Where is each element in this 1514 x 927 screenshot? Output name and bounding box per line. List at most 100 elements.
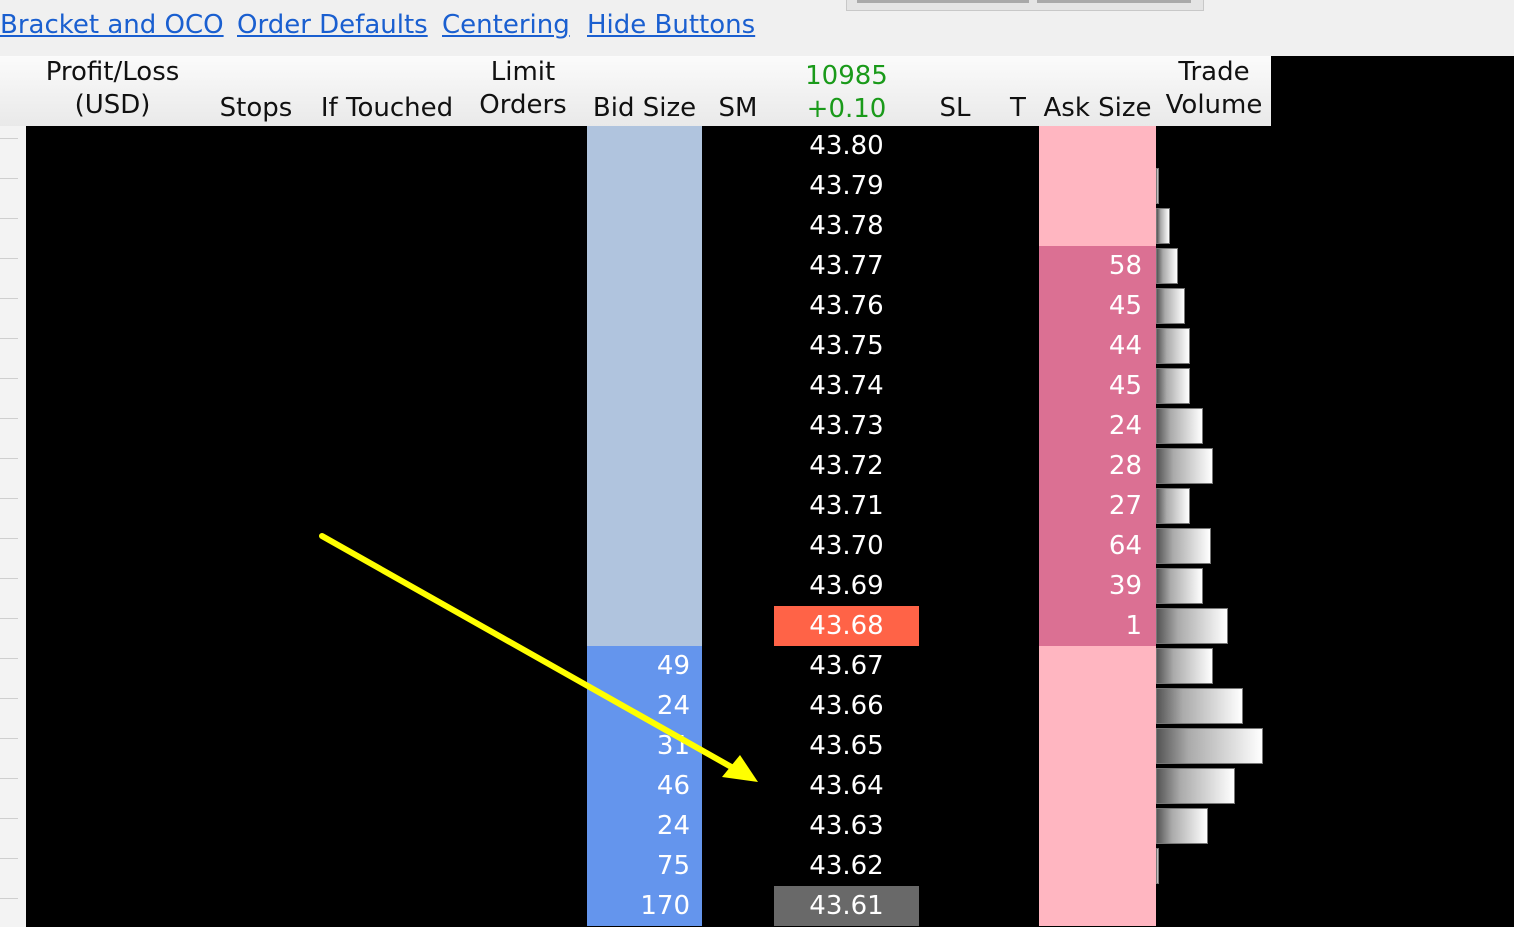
row-gutter-tick [0,818,18,819]
row-gutter-tick [0,498,18,499]
row-gutter-tick [0,338,18,339]
ask-cell[interactable] [1039,166,1156,206]
row-gutter-tick [0,658,18,659]
trade-volume-bar [1156,688,1243,724]
price-cell[interactable]: 43.74 [774,366,919,406]
ask-cell[interactable] [1039,766,1156,806]
top-control-button-1[interactable] [857,0,1029,3]
ask-cell[interactable]: 44 [1039,326,1156,366]
price-cell[interactable]: 43.71 [774,486,919,526]
ask-cell[interactable]: 39 [1039,566,1156,606]
ask-cell[interactable]: 27 [1039,486,1156,526]
ask-cell[interactable]: 1 [1039,606,1156,646]
bid-cell[interactable]: 31 [587,726,702,766]
empty-right-area [1271,56,1514,927]
bid-cell[interactable] [587,126,702,166]
pnl-header[interactable]: Profit/Loss (USD) [30,56,195,122]
row-gutter-tick [0,538,18,539]
stops-header[interactable]: Stops [212,92,300,125]
price-cell[interactable]: 43.75 [774,326,919,366]
if-touched-header[interactable]: If Touched [312,92,462,125]
row-gutter-tick [0,378,18,379]
top-control-group [846,0,1204,11]
ask-size-header[interactable]: Ask Size [1039,92,1156,125]
price-cell[interactable]: 43.73 [774,406,919,446]
ask-cell[interactable] [1039,646,1156,686]
trade-volume-header[interactable]: Trade Volume [1158,56,1270,122]
bid-cell[interactable] [587,366,702,406]
row-gutter-tick [0,258,18,259]
price-header[interactable]: 10985 +0.10 [774,60,919,126]
ask-cell[interactable] [1039,846,1156,886]
bracket-oco-link[interactable]: Bracket and OCO [0,10,224,40]
sm-header[interactable]: SM [712,92,764,125]
trade-volume-bar [1156,208,1170,244]
limit-orders-header[interactable]: Limit Orders [474,56,572,122]
order-defaults-link[interactable]: Order Defaults [237,10,428,40]
ask-cell[interactable]: 45 [1039,286,1156,326]
bid-cell[interactable] [587,526,702,566]
price-cell[interactable]: 43.79 [774,166,919,206]
price-cell[interactable]: 43.77 [774,246,919,286]
sl-header[interactable]: SL [930,92,980,125]
row-gutter-tick [0,618,18,619]
ask-cell[interactable]: 64 [1039,526,1156,566]
bid-cell[interactable]: 75 [587,846,702,886]
row-gutter [0,126,26,927]
t-header[interactable]: T [1000,92,1036,125]
row-gutter-tick [0,418,18,419]
bid-cell[interactable] [587,446,702,486]
bid-cell[interactable]: 49 [587,646,702,686]
price-cell[interactable]: 43.72 [774,446,919,486]
link-bar: Bracket and OCO Order Defaults Centering… [0,0,1514,56]
bid-cell[interactable] [587,246,702,286]
top-control-button-2[interactable] [1037,0,1191,3]
trade-volume-bar [1156,728,1263,764]
ask-cell[interactable] [1039,726,1156,766]
trade-volume-bar [1156,288,1185,324]
price-cell[interactable]: 43.69 [774,566,919,606]
bid-cell[interactable] [587,486,702,526]
ask-cell[interactable] [1039,886,1156,926]
bid-cell[interactable]: 24 [587,686,702,726]
ask-cell[interactable] [1039,686,1156,726]
price-cell[interactable]: 43.62 [774,846,919,886]
row-gutter-tick [0,458,18,459]
bid-cell[interactable]: 24 [587,806,702,846]
ask-cell[interactable] [1039,806,1156,846]
ask-cell[interactable]: 24 [1039,406,1156,446]
centering-link[interactable]: Centering [442,10,570,40]
net-change: +0.10 [806,94,887,124]
ask-cell[interactable]: 28 [1039,446,1156,486]
price-cell[interactable]: 43.80 [774,126,919,166]
trade-volume-bar [1156,768,1235,804]
price-cell[interactable]: 43.64 [774,766,919,806]
ask-cell[interactable]: 58 [1039,246,1156,286]
bid-size-header[interactable]: Bid Size [587,92,702,125]
bid-cell[interactable] [587,286,702,326]
price-cell[interactable]: 43.78 [774,206,919,246]
bid-cell[interactable] [587,606,702,646]
bid-cell[interactable] [587,166,702,206]
price-cell[interactable]: 43.70 [774,526,919,566]
price-cell[interactable]: 43.63 [774,806,919,846]
hide-buttons-link[interactable]: Hide Buttons [587,10,755,40]
bid-cell[interactable]: 170 [587,886,702,926]
price-cell[interactable]: 43.61 [774,886,919,926]
price-cell[interactable]: 43.76 [774,286,919,326]
bid-cell[interactable] [587,566,702,606]
bid-cell[interactable] [587,406,702,446]
bid-cell[interactable] [587,326,702,366]
price-ladder: 49 24 31 46 24 75 170 58 45 44 45 24 28 27 64 39 1 43.8… [26,126,1271,927]
ask-cell[interactable] [1039,126,1156,166]
ask-cell[interactable]: 45 [1039,366,1156,406]
bid-cell[interactable] [587,206,702,246]
row-gutter-tick [0,698,18,699]
price-cell[interactable]: 43.65 [774,726,919,766]
price-cell[interactable]: 43.67 [774,646,919,686]
price-cell[interactable]: 43.66 [774,686,919,726]
ask-cell[interactable] [1039,206,1156,246]
price-cell[interactable]: 43.68 [774,606,919,646]
bid-cell[interactable]: 46 [587,766,702,806]
trade-volume-bar [1156,328,1190,364]
